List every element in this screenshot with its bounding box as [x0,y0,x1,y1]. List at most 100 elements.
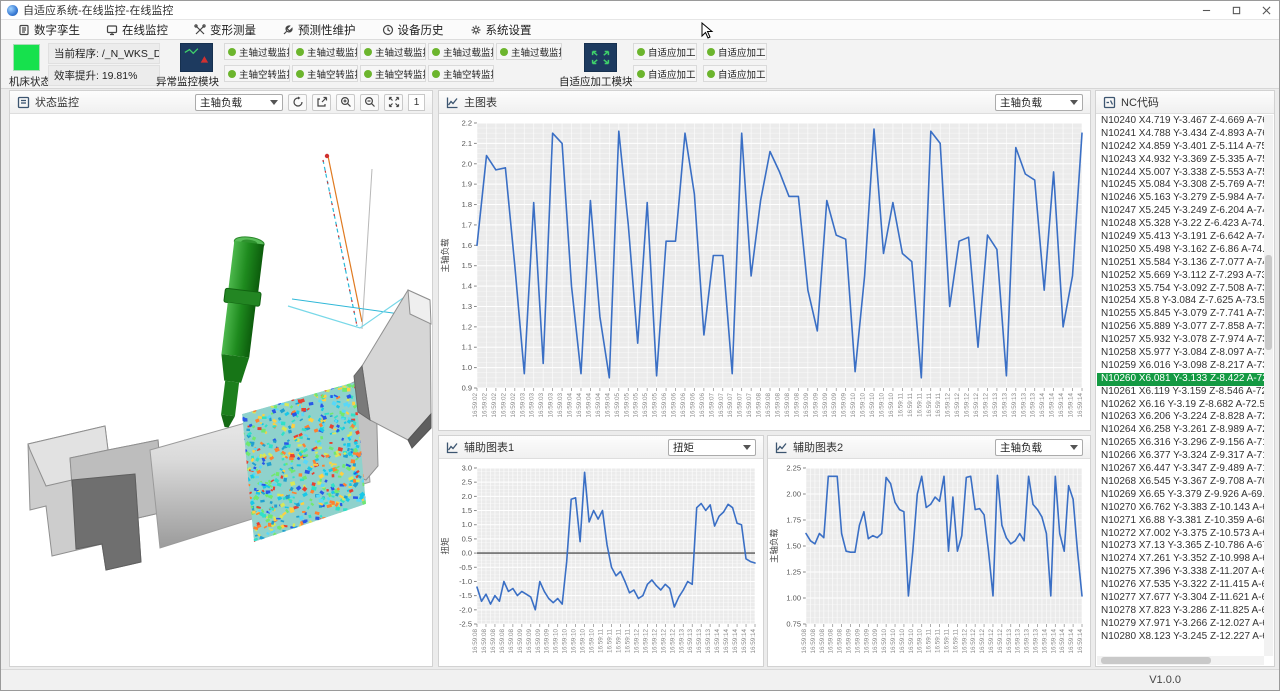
scale-input[interactable]: 1 [408,94,425,111]
svg-text:16:59:13: 16:59:13 [1020,393,1027,418]
nc-line[interactable]: N10274 X7.261 Y-3.352 Z-10.998 A-66.67 [1097,553,1264,566]
nc-line[interactable]: N10269 X6.65 Y-3.379 Z-9.926 A-69.947 C [1097,489,1264,502]
nc-line[interactable]: N10263 X6.206 Y-3.224 Z-8.828 A-72.33 C [1097,411,1264,424]
nc-line[interactable]: N10254 X5.8 Y-3.084 Z-7.625 A-73.571 C [1097,295,1264,308]
nc-line[interactable]: N10257 X5.932 Y-3.078 Z-7.974 A-73.243 [1097,334,1264,347]
nc-line[interactable]: N10242 X4.859 Y-3.401 Z-5.114 A-75.775 [1097,141,1264,154]
svg-text:16:59:14: 16:59:14 [1049,393,1056,418]
menu-item-device-history[interactable]: 设备历史 [369,20,457,39]
nc-line[interactable]: N10271 X6.88 Y-3.381 Z-10.359 A-68.711 [1097,515,1264,528]
cutting-tool [209,235,268,429]
aux-chart-2-signal-dropdown[interactable]: 主轴负载 [995,439,1083,456]
nc-line[interactable]: N10241 X4.788 Y-3.434 Z-4.893 A-76.062 [1097,128,1264,141]
nc-line[interactable]: N10245 X5.084 Y-3.308 Z-5.769 A-75.088 [1097,179,1264,192]
overload-monitor-button-1[interactable]: 主轴过载监控 [224,43,290,60]
nc-line[interactable]: N10258 X5.977 Y-3.084 Z-8.097 A-73.138 [1097,347,1264,360]
menu-item-system-settings[interactable]: 系统设置 [457,20,545,39]
svg-text:1.25: 1.25 [786,568,801,577]
idle-monitor-button-3[interactable]: 主轴空转监控 [360,65,426,82]
nc-line[interactable]: N10272 X7.002 Y-3.375 Z-10.573 A-68.05 [1097,528,1264,541]
nc-line[interactable]: N10253 X5.754 Y-3.092 Z-7.508 A-73.677 [1097,283,1264,296]
nc-line[interactable]: N10270 X6.762 Y-3.383 Z-10.143 A-69.34 [1097,502,1264,515]
nc-line[interactable]: N10275 X7.396 Y-3.338 Z-11.207 A-65.95 [1097,566,1264,579]
svg-text:16:59:09: 16:59:09 [822,393,829,418]
nc-line[interactable]: N10259 X6.016 Y-3.098 Z-8.217 A-73.036 [1097,360,1264,373]
nc-line[interactable]: N10268 X6.545 Y-3.367 Z-9.708 A-70.519 [1097,476,1264,489]
idle-monitor-button-4[interactable]: 主轴空转监控 [428,65,494,82]
aux-chart-2-icon [775,441,788,454]
nc-line[interactable]: N10266 X6.377 Y-3.324 Z-9.317 A-71.443 [1097,450,1264,463]
status-signal-dropdown[interactable]: 主轴负载 [195,94,283,111]
nc-line[interactable]: N10244 X5.007 Y-3.338 Z-5.553 A-75.297 [1097,167,1264,180]
menu-bar: 数字孪生在线监控变形测量预测性维护设备历史系统设置 [1,20,1280,40]
anomaly-module-icon[interactable] [180,43,213,72]
minimize-button[interactable] [1191,1,1221,20]
menu-item-deform-measure[interactable]: 变形测量 [181,20,269,39]
overload-monitor-button-5[interactable]: 主轴过载监控 [496,43,562,60]
svg-text:16:59:12: 16:59:12 [964,393,971,418]
nc-line[interactable]: N10278 X7.823 Y-3.286 Z-11.825 A-63.73 [1097,605,1264,618]
nc-line[interactable]: N10251 X5.584 Y-3.136 Z-7.077 A-74.012 [1097,257,1264,270]
nc-line[interactable]: N10255 X5.845 Y-3.079 Z-7.741 A-73.458 [1097,308,1264,321]
aux-chart-1-signal-dropdown[interactable]: 扭矩 [668,439,756,456]
fit-view-button[interactable] [384,94,403,111]
menu-item-online-monitor[interactable]: 在线监控 [93,20,181,39]
nc-line[interactable]: N10261 X6.119 Y-3.159 Z-8.546 A-72.701 [1097,386,1264,399]
svg-text:2.0: 2.0 [462,492,472,501]
svg-text:16:59:14: 16:59:14 [714,629,721,654]
adaptive-machining-button-2[interactable]: 自适应加工 [703,43,767,60]
adaptive-machining-button-4[interactable]: 自适应加工 [703,65,767,82]
nc-line[interactable]: N10243 X4.932 Y-3.369 Z-5.335 A-75.523 [1097,154,1264,167]
svg-text:-2.5: -2.5 [459,620,472,629]
menu-item-digital-twin[interactable]: 数字孪生 [5,20,93,39]
svg-text:16:59:14: 16:59:14 [1068,393,1075,418]
nc-line[interactable]: N10250 X5.498 Y-3.162 Z-6.86 A-74.178 C [1097,244,1264,257]
svg-text:16:59:07: 16:59:07 [746,393,753,418]
machine-3d-viewport[interactable] [10,114,432,666]
svg-text:16:59:08: 16:59:08 [756,393,763,418]
nc-vertical-scrollbar[interactable] [1264,115,1273,656]
machine-status-label: 机床状态 [9,74,51,89]
nc-line[interactable]: N10262 X6.16 Y-3.19 Z-8.682 A-72.534 C [1097,399,1264,412]
svg-text:16:59:12: 16:59:12 [642,629,649,654]
nc-horizontal-scrollbar[interactable] [1097,656,1264,665]
nc-line[interactable]: N10277 X7.677 Y-3.304 Z-11.621 A-64.48 [1097,592,1264,605]
zoom-out-button[interactable] [360,94,379,111]
main-chart-signal-dropdown[interactable]: 主轴负载 [995,94,1083,111]
nc-line[interactable]: N10247 X5.245 Y-3.249 Z-6.204 A-74.701 [1097,205,1264,218]
nc-line[interactable]: N10280 X8.123 Y-3.245 Z-12.227 A-62.23 [1097,631,1264,644]
adaptive-machining-button-3[interactable]: 自适应加工 [633,65,697,82]
idle-monitor-button-2[interactable]: 主轴空转监控 [292,65,358,82]
svg-text:16:59:13: 16:59:13 [1015,629,1022,654]
nc-current-line[interactable]: N10260 X6.081 Y-3.133 Z-8.422 A-72.835 [1097,373,1264,386]
idle-monitor-button-1[interactable]: 主轴空转监控 [224,65,290,82]
nc-line[interactable]: N10252 X5.669 Y-3.112 Z-7.293 A-73.844 [1097,270,1264,283]
menu-item-predictive-maint[interactable]: 预测性维护 [269,20,369,39]
nc-line[interactable]: N10264 X6.258 Y-3.261 Z-8.989 A-72.072 [1097,424,1264,437]
export-view-button[interactable] [312,94,331,111]
nc-line[interactable]: N10279 X7.971 Y-3.266 Z-12.027 A-62.98 [1097,618,1264,631]
overload-monitor-button-3[interactable]: 主轴过载监控 [360,43,426,60]
svg-text:16:59:05: 16:59:05 [623,393,630,418]
nc-line[interactable]: N10249 X5.413 Y-3.191 Z-6.642 A-74.346 [1097,231,1264,244]
nc-line[interactable]: N10276 X7.535 Y-3.322 Z-11.415 A-65.22 [1097,579,1264,592]
svg-text:16:59:14: 16:59:14 [1039,393,1046,418]
nc-line[interactable]: N10248 X5.328 Y-3.22 Z-6.423 A-74.52 C [1097,218,1264,231]
restore-button[interactable] [1221,1,1251,20]
nc-line[interactable]: N10267 X6.447 Y-3.347 Z-9.489 A-71.055 [1097,463,1264,476]
svg-text:16:59:07: 16:59:07 [737,393,744,418]
adaptive-module-icon[interactable] [584,43,617,72]
nc-line[interactable]: N10246 X5.163 Y-3.279 Z-5.984 A-74.892 [1097,192,1264,205]
close-button[interactable] [1251,1,1280,20]
nc-line[interactable]: N10265 X6.316 Y-3.296 Z-9.156 A-71.771 [1097,437,1264,450]
nc-line[interactable]: N10256 X5.889 Y-3.077 Z-7.858 A-73.348 [1097,321,1264,334]
svg-text:-0.5: -0.5 [459,563,472,572]
nc-line[interactable]: N10240 X4.719 Y-3.467 Z-4.669 A-76.396 [1097,115,1264,128]
overload-monitor-button-2[interactable]: 主轴过载监控 [292,43,358,60]
svg-text:16:59:09: 16:59:09 [535,629,542,654]
zoom-in-button[interactable] [336,94,355,111]
adaptive-machining-button-1[interactable]: 自适应加工 [633,43,697,60]
nc-line[interactable]: N10273 X7.13 Y-3.365 Z-10.786 A-67.372 [1097,540,1264,553]
rotate-view-button[interactable] [288,94,307,111]
overload-monitor-button-4[interactable]: 主轴过载监控 [428,43,494,60]
